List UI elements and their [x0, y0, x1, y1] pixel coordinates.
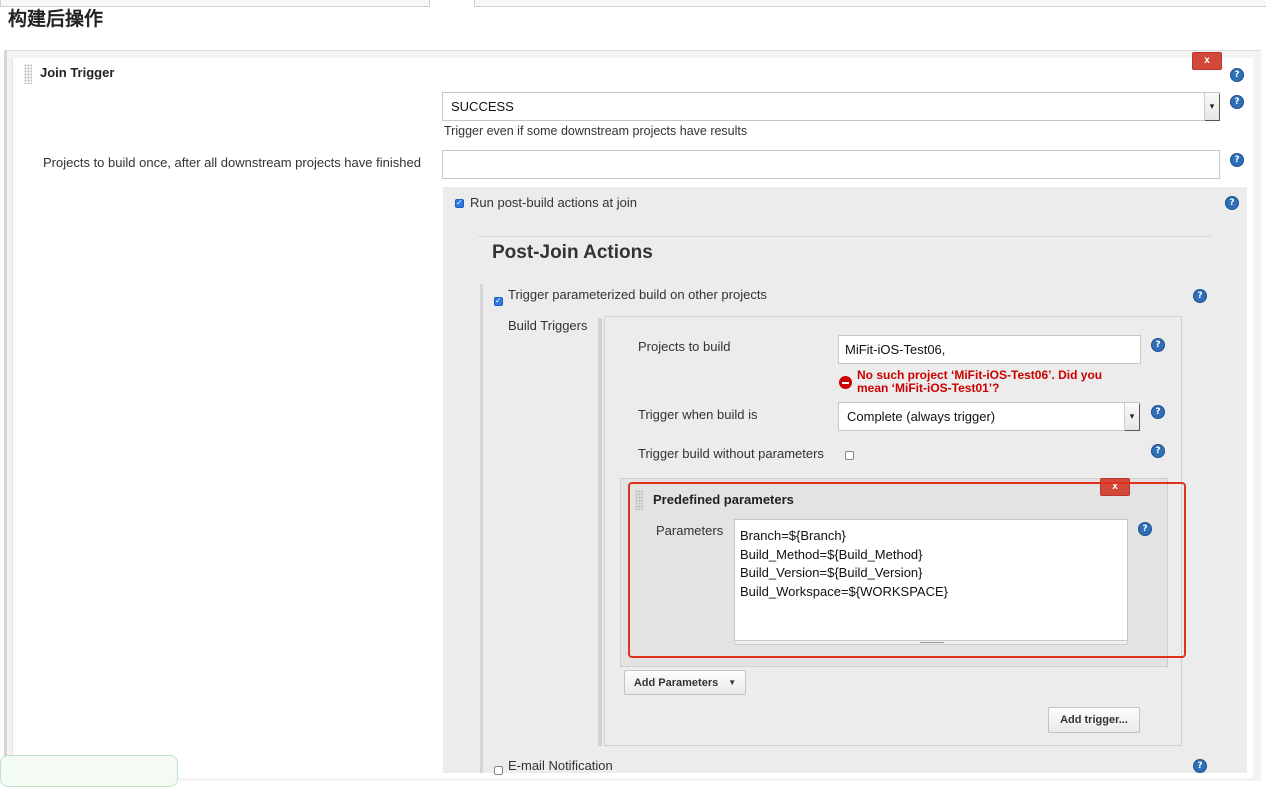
help-icon[interactable]: ? — [1151, 444, 1165, 458]
error-icon — [839, 376, 852, 389]
chevron-down-icon: ▾ — [1124, 403, 1139, 430]
add-parameters-label: Add Parameters — [633, 676, 719, 689]
projects-once-label: Projects to build once, after all downst… — [43, 155, 421, 170]
tab-remnant-right — [474, 0, 1266, 7]
help-icon[interactable]: ? — [1230, 153, 1244, 167]
projects-once-input[interactable] — [442, 150, 1220, 179]
block-border — [480, 284, 483, 773]
add-parameters-button[interactable]: Add Parameters ▼ — [624, 670, 746, 695]
block-border — [598, 318, 602, 746]
result-hint: Trigger even if some downstream projects… — [444, 124, 748, 138]
result-threshold-select[interactable]: SUCCESS ▾ — [442, 92, 1220, 121]
run-post-build-label: Run post-build actions at join — [470, 195, 637, 210]
error-message-line-1: No such project ‘MiFit-iOS-Test06’. Did … — [857, 368, 1103, 382]
help-icon[interactable]: ? — [1230, 95, 1244, 109]
join-trigger-title: Join Trigger — [40, 65, 115, 80]
caret-down-icon: ▼ — [728, 678, 737, 687]
help-icon[interactable]: ? — [1193, 289, 1207, 303]
help-icon[interactable]: ? — [1225, 196, 1239, 210]
help-icon[interactable]: ? — [1151, 338, 1165, 352]
email-notification-checkbox[interactable] — [494, 766, 503, 775]
post-join-title: Post-Join Actions — [492, 242, 653, 263]
trigger-when-select[interactable]: Complete (always trigger) ▾ — [838, 402, 1140, 431]
trigger-when-label: Trigger when build is — [638, 407, 758, 422]
parameterized-trigger-checkbox[interactable] — [494, 296, 503, 306]
toast-remnant — [0, 755, 178, 787]
build-triggers-label: Build Triggers — [508, 318, 588, 333]
chevron-down-icon: ▾ — [1204, 93, 1219, 120]
help-icon[interactable]: ? — [1193, 759, 1207, 773]
email-notification-label: E-mail Notification — [508, 758, 613, 773]
parameterized-trigger-label: Trigger parameterized build on other pro… — [508, 287, 767, 302]
without-params-label: Trigger build without parameters — [638, 446, 824, 461]
delete-join-trigger-button[interactable]: x — [1192, 52, 1222, 70]
projects-to-build-label: Projects to build — [638, 339, 731, 354]
drag-handle[interactable] — [24, 64, 32, 84]
error-message-line-2: mean ‘MiFit-iOS-Test01’? — [857, 380, 1000, 395]
run-post-build-checkbox[interactable] — [455, 198, 464, 208]
trigger-when-value: Complete (always trigger) — [847, 409, 996, 424]
error-message: No such project ‘MiFit-iOS-Test06’. Did … — [857, 369, 1102, 394]
help-icon[interactable]: ? — [1230, 68, 1244, 82]
add-trigger-button[interactable]: Add trigger... — [1048, 707, 1140, 733]
result-threshold-value: SUCCESS — [451, 99, 514, 114]
help-icon[interactable]: ? — [1151, 405, 1165, 419]
section-title: 构建后操作 — [8, 8, 104, 30]
highlight-annotation — [628, 482, 1186, 658]
divider — [478, 236, 1212, 237]
projects-to-build-input[interactable]: MiFit-iOS-Test06, — [838, 335, 1141, 364]
without-params-checkbox[interactable] — [845, 451, 854, 460]
